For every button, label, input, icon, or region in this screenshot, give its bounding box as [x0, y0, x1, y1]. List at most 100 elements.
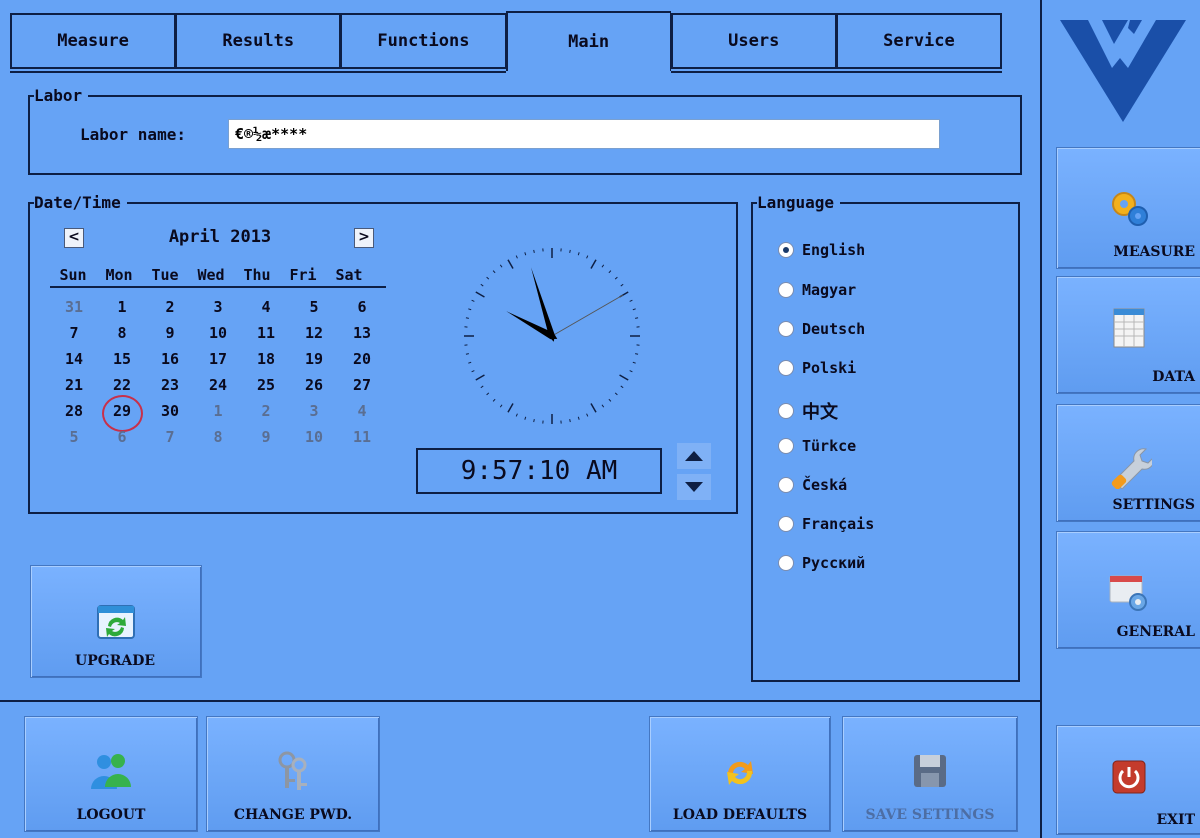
radio-button[interactable]: [778, 438, 794, 454]
clock-minute-tick: [629, 299, 633, 302]
calendar-day[interactable]: 10: [290, 424, 338, 450]
calendar-day[interactable]: 15: [98, 346, 146, 372]
language-option[interactable]: Русский: [778, 554, 865, 572]
calendar-day[interactable]: 5: [290, 294, 338, 320]
radio-button[interactable]: [778, 555, 794, 571]
calendar-day[interactable]: 8: [98, 320, 146, 346]
calendar-day[interactable]: 6: [338, 294, 386, 320]
calendar-day[interactable]: 4: [242, 294, 290, 320]
calendar-day[interactable]: 7: [146, 424, 194, 450]
calendar-day[interactable]: 21: [50, 372, 98, 398]
clock-hour-tick: [590, 403, 597, 413]
datetime-legend: Date/Time: [34, 193, 127, 213]
clock-minute-tick: [569, 419, 571, 423]
calendar-day[interactable]: 24: [194, 372, 242, 398]
side-exit-button[interactable]: EXIT: [1056, 725, 1200, 835]
change-password-label: CHANGE PWD.: [233, 807, 353, 823]
tab-main[interactable]: Main: [505, 11, 671, 71]
language-option[interactable]: English: [778, 241, 865, 259]
calendar-day[interactable]: 10: [194, 320, 242, 346]
side-general-button[interactable]: GENERAL: [1056, 531, 1200, 649]
language-option[interactable]: Česká: [778, 476, 847, 494]
calendar-day[interactable]: 16: [146, 346, 194, 372]
next-month-button[interactable]: >: [354, 228, 374, 248]
upgrade-button[interactable]: UPGRADE: [30, 565, 202, 678]
radio-button[interactable]: [778, 321, 794, 337]
calendar-day[interactable]: 6: [98, 424, 146, 450]
calendar-day[interactable]: 26: [290, 372, 338, 398]
radio-button[interactable]: [778, 282, 794, 298]
calendar-day[interactable]: 28: [50, 398, 98, 424]
save-settings-button[interactable]: SAVE SETTINGS: [842, 716, 1018, 832]
tab-measure[interactable]: Measure: [10, 13, 176, 69]
calendar-day[interactable]: 2: [146, 294, 194, 320]
calendar-day[interactable]: 17: [194, 346, 242, 372]
general-settings-icon: [1109, 575, 1147, 611]
clock-minute-tick: [492, 398, 496, 402]
time-display[interactable]: 9:57:10 AM: [416, 448, 662, 494]
calendar-day[interactable]: 31: [50, 294, 98, 320]
calendar-day[interactable]: 1: [98, 294, 146, 320]
load-defaults-button[interactable]: LOAD DEFAULTS: [649, 716, 831, 832]
tab-service[interactable]: Service: [835, 13, 1003, 69]
month-year-label: April 2013: [168, 227, 272, 247]
radio-button[interactable]: [778, 403, 794, 419]
language-option[interactable]: Français: [778, 515, 874, 533]
time-down-button[interactable]: [677, 474, 711, 500]
prev-month-button[interactable]: <: [64, 228, 84, 248]
language-option[interactable]: Deutsch: [778, 320, 865, 338]
calendar-day[interactable]: 20: [338, 346, 386, 372]
calendar-day[interactable]: 11: [242, 320, 290, 346]
calendar-day[interactable]: 13: [338, 320, 386, 346]
radio-button[interactable]: [778, 360, 794, 376]
tab-functions[interactable]: Functions: [340, 13, 506, 69]
weekday-label: Sun: [59, 266, 87, 284]
calendar-day[interactable]: 2: [242, 398, 290, 424]
calendar-day[interactable]: 9: [242, 424, 290, 450]
calendar-weeks: 31 1 2 3 4 5 6 7 8 9 10 11 12 13 14 15 16 17 18 19 20 21 22 23 2…: [50, 294, 386, 450]
change-password-button[interactable]: CHANGE PWD.: [206, 716, 380, 832]
side-data-button[interactable]: DATA: [1056, 276, 1200, 394]
calendar-day[interactable]: 30: [146, 398, 194, 424]
calendar-day-selected[interactable]: 29: [98, 395, 146, 432]
calendar-day[interactable]: 7: [50, 320, 98, 346]
calendar-day[interactable]: 19: [290, 346, 338, 372]
radio-button[interactable]: [778, 242, 794, 258]
radio-button[interactable]: [778, 516, 794, 532]
calendar-day[interactable]: 1: [194, 398, 242, 424]
radio-button[interactable]: [778, 477, 794, 493]
calendar-day[interactable]: 12: [290, 320, 338, 346]
calendar-day[interactable]: 18: [242, 346, 290, 372]
weekday-label: Sat: [335, 266, 363, 284]
calendar-day[interactable]: 3: [290, 398, 338, 424]
side-settings-button[interactable]: SETTINGS: [1056, 404, 1200, 522]
calendar-day[interactable]: 23: [146, 372, 194, 398]
language-option[interactable]: Polski: [778, 359, 856, 377]
clock-second-hand: [551, 294, 624, 337]
calendar-day[interactable]: 8: [194, 424, 242, 450]
calendar-day[interactable]: 11: [338, 424, 386, 450]
labor-name-input[interactable]: €®½æ****: [228, 119, 940, 149]
calendar-day[interactable]: 25: [242, 372, 290, 398]
clock-minute-tick: [586, 413, 589, 417]
calendar-day[interactable]: 5: [50, 424, 98, 450]
time-up-button[interactable]: [677, 443, 711, 469]
language-option[interactable]: Magyar: [778, 281, 856, 299]
language-option[interactable]: Türkce: [778, 437, 856, 455]
calendar-day[interactable]: 4: [338, 398, 386, 424]
clock-hour-tick: [507, 259, 514, 269]
calendar-day[interactable]: 14: [50, 346, 98, 372]
clock-center: [549, 333, 555, 339]
arrow-down-icon: [685, 482, 703, 492]
clock-minute-tick: [515, 413, 518, 417]
tab-results[interactable]: Results: [175, 13, 341, 69]
clock-hour-tick: [475, 374, 485, 381]
language-option[interactable]: 中文: [778, 398, 838, 424]
calendar-day[interactable]: 3: [194, 294, 242, 320]
clock-minute-tick: [499, 264, 503, 268]
tab-users[interactable]: Users: [670, 13, 836, 69]
calendar-day[interactable]: 27: [338, 372, 386, 398]
logout-button[interactable]: LOGOUT: [24, 716, 198, 832]
side-measure-button[interactable]: MEASURE: [1056, 147, 1200, 269]
calendar-day[interactable]: 9: [146, 320, 194, 346]
